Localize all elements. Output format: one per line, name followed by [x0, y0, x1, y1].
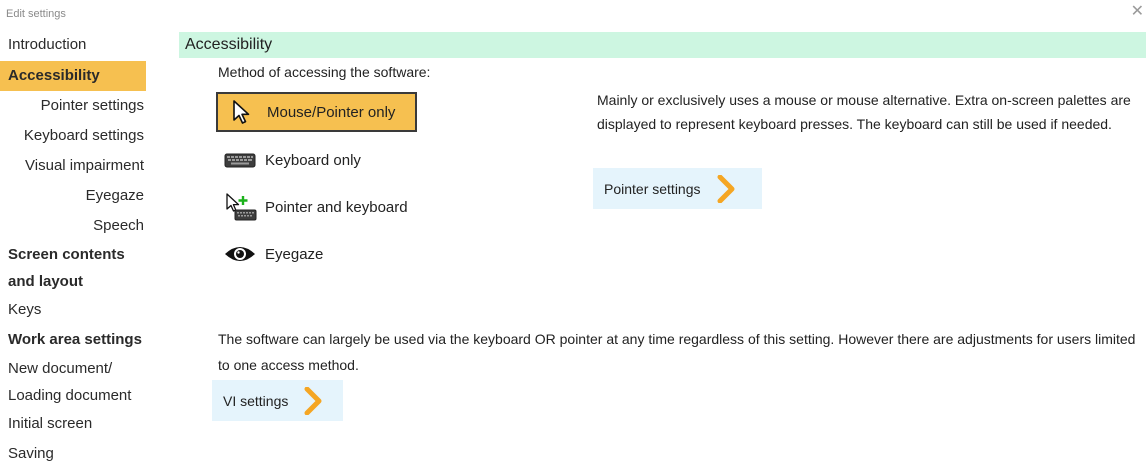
sidebar-item-saving[interactable]: Saving: [0, 439, 160, 469]
close-icon[interactable]: ✕: [1131, 4, 1144, 20]
vi-settings-button[interactable]: VI settings: [212, 380, 343, 421]
pointer-keyboard-icon: [222, 193, 258, 221]
sidebar-item-speech[interactable]: Speech: [0, 211, 160, 241]
eye-icon: [222, 240, 258, 268]
option-label: Mouse/Pointer only: [267, 103, 396, 121]
sidebar-item-screen-contents[interactable]: Screen contents and layout: [0, 241, 160, 295]
sidebar-item-new-document[interactable]: New document/ Loading document: [0, 355, 160, 409]
window-title: Edit settings: [6, 8, 66, 20]
pointer-settings-label: Pointer settings: [604, 180, 701, 197]
keyboard-icon: [222, 146, 258, 174]
chevron-right-icon: [304, 386, 322, 415]
sidebar: Introduction Accessibility Pointer setti…: [0, 30, 160, 469]
sidebar-item-work-area-settings[interactable]: Work area settings: [0, 325, 160, 355]
sidebar-item-accessibility[interactable]: Accessibility: [0, 61, 146, 91]
sidebar-item-pointer-settings[interactable]: Pointer settings: [0, 91, 160, 121]
sidebar-item-label: Loading document: [8, 387, 132, 404]
sidebar-item-label: New document/: [8, 360, 113, 377]
sidebar-item-label: Screen contents: [8, 246, 125, 263]
sidebar-item-initial-screen[interactable]: Initial screen: [0, 409, 160, 439]
option-mouse-pointer-only[interactable]: Mouse/Pointer only: [216, 92, 417, 132]
option-label: Eyegaze: [265, 245, 324, 263]
option-pointer-and-keyboard[interactable]: Pointer and keyboard: [216, 187, 408, 227]
vi-settings-label: VI settings: [223, 392, 289, 409]
mouse-pointer-icon: [224, 98, 260, 126]
sidebar-item-visual-impairment[interactable]: Visual impairment: [0, 151, 160, 181]
option-keyboard-only[interactable]: Keyboard only: [216, 140, 361, 180]
option-label: Pointer and keyboard: [265, 198, 408, 216]
sidebar-item-eyegaze[interactable]: Eyegaze: [0, 181, 160, 211]
method-label: Method of accessing the software:: [218, 64, 431, 80]
sidebar-item-keys[interactable]: Keys: [0, 295, 160, 325]
pointer-settings-button[interactable]: Pointer settings: [593, 168, 762, 209]
sidebar-item-label: and layout: [8, 273, 84, 290]
option-description: Mainly or exclusively uses a mouse or mo…: [597, 92, 1131, 132]
sidebar-item-keyboard-settings[interactable]: Keyboard settings: [0, 121, 158, 151]
section-header: Accessibility: [179, 32, 1146, 58]
access-note: The software can largely be used via the…: [218, 331, 1136, 373]
chevron-right-icon: [717, 174, 735, 203]
sidebar-item-introduction[interactable]: Introduction: [0, 30, 160, 60]
option-eyegaze[interactable]: Eyegaze: [216, 234, 323, 274]
option-label: Keyboard only: [265, 151, 361, 169]
